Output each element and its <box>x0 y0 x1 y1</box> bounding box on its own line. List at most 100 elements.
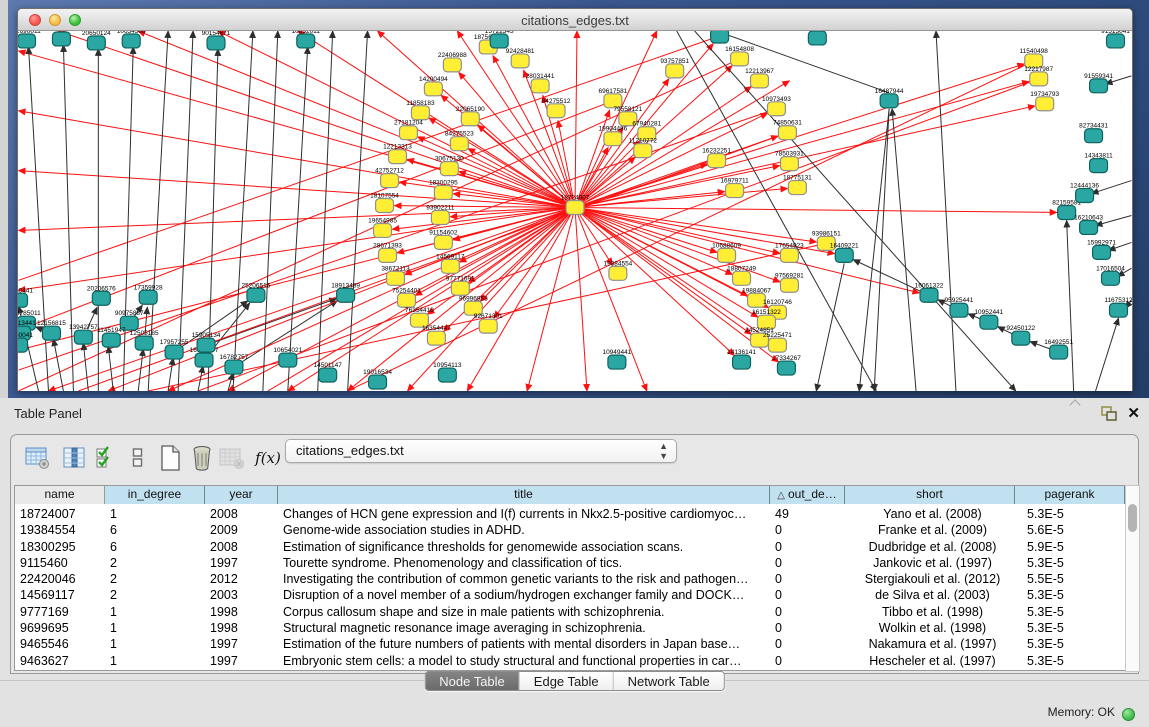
table-cell[interactable]: 1998 <box>205 604 278 620</box>
table-cell[interactable]: 5.3E-5 <box>1015 506 1125 522</box>
table-row[interactable]: 1872400712008Changes of HCN gene express… <box>15 506 1125 522</box>
table-cell[interactable]: 1 <box>105 604 205 620</box>
graph-node-yellow[interactable]: 19734793 <box>1030 91 1059 111</box>
citation-edge-red[interactable] <box>459 72 569 200</box>
citation-edge-red[interactable] <box>584 208 1057 213</box>
table-cell[interactable]: 18724007 <box>15 506 105 522</box>
graph-node-yellow[interactable]: 97569281 <box>775 272 804 292</box>
graph-node-yellow[interactable]: 12213967 <box>745 68 774 88</box>
table-cell[interactable]: 1997 <box>205 555 278 571</box>
function-builder-icon[interactable]: f(x) <box>253 443 283 473</box>
table-cell[interactable]: Dudbridge et al. (2008) <box>845 539 1015 555</box>
graph-node-teal[interactable]: 14136141 <box>727 349 756 369</box>
table-cell[interactable]: Estimation of the future numbers of pati… <box>278 636 770 652</box>
graph-node-yellow[interactable]: 16154808 <box>725 46 754 66</box>
table-cell[interactable]: Nakamura et al. (1997) <box>845 636 1015 652</box>
float-panel-icon[interactable] <box>1101 406 1117 421</box>
table-cell[interactable]: 1 <box>105 506 205 522</box>
table-cell[interactable]: 1998 <box>205 620 278 636</box>
table-row[interactable]: 1938455462009Genome-wide association stu… <box>15 522 1125 538</box>
table-cell[interactable]: de Silva et al. (2003) <box>845 587 1015 603</box>
close-panel-icon[interactable]: ✕ <box>1127 404 1140 422</box>
graph-node-teal[interactable]: 12156815 <box>37 320 66 340</box>
table-cell[interactable]: Disruption of a novel member of a sodium… <box>278 587 770 603</box>
citation-edge-red[interactable] <box>19 111 575 208</box>
table-cell[interactable]: 0 <box>770 522 845 538</box>
graph-node-yellow[interactable]: 75254401 <box>392 287 421 307</box>
table-cell[interactable]: Corpus callosum shape and size in male p… <box>278 604 770 620</box>
citation-edge-red[interactable] <box>575 208 587 391</box>
table-cell[interactable]: 5.3E-5 <box>1015 636 1125 652</box>
column-header-outde[interactable]: △out_de… <box>770 486 845 504</box>
table-cell[interactable]: 2 <box>105 555 205 571</box>
table-selector-dropdown[interactable]: citations_edges.txt ▲▼ <box>285 439 677 463</box>
graph-node-teal[interactable]: 10654308 <box>117 31 146 48</box>
graph-node-teal[interactable]: 16409221 <box>830 242 859 262</box>
citation-edge-red[interactable] <box>138 31 575 208</box>
table-row[interactable]: 911546021997Tourette syndrome. Phenomeno… <box>15 555 1125 571</box>
table-cell[interactable]: 1 <box>105 620 205 636</box>
table-row[interactable]: 2242004622012Investigating the contribut… <box>15 571 1125 587</box>
new-column-icon[interactable] <box>155 443 185 473</box>
table-cell[interactable]: 5.3E-5 <box>1015 604 1125 620</box>
graph-node-teal[interactable]: 83130741 <box>803 31 832 45</box>
graph-node-yellow[interactable]: 92671301 <box>474 313 503 333</box>
table-cell[interactable]: Stergiakouli et al. (2012) <box>845 571 1015 587</box>
graph-node-teal[interactable]: 10654021 <box>273 347 302 367</box>
table-cell[interactable]: Genome-wide association studies in ADHD. <box>278 522 770 538</box>
table-cell[interactable]: 2 <box>105 571 205 587</box>
network-window-titlebar[interactable]: citations_edges.txt <box>18 9 1132 31</box>
graph-node-yellow[interactable]: 14200494 <box>419 76 448 96</box>
citation-edge-red[interactable] <box>19 208 575 291</box>
citation-edge-black[interactable] <box>892 109 916 391</box>
table-cell[interactable]: 2009 <box>205 522 278 538</box>
graph-node-yellow[interactable]: 27181204 <box>394 120 423 140</box>
citation-edge-black[interactable] <box>214 299 336 342</box>
graph-node-teal[interactable]: 16782757 <box>220 354 249 374</box>
table-cell[interactable]: 9777169 <box>15 604 105 620</box>
memory-status-icon[interactable] <box>1122 708 1135 721</box>
table-cell[interactable]: Franke et al. (2009) <box>845 522 1015 538</box>
table-cell[interactable]: 5.3E-5 <box>1015 587 1125 603</box>
graph-node-yellow[interactable]: 22406988 <box>438 52 467 72</box>
column-header-short[interactable]: short <box>845 486 1015 504</box>
table-cell[interactable]: 5.6E-5 <box>1015 522 1125 538</box>
table-cell[interactable]: 14569117 <box>15 587 105 603</box>
tab-edge-table[interactable]: Edge Table <box>520 672 614 690</box>
table-cell[interactable]: 0 <box>770 555 845 571</box>
table-cell[interactable]: 2 <box>105 587 205 603</box>
table-cell[interactable]: Investigating the contribution of common… <box>278 571 770 587</box>
citation-edge-red[interactable] <box>582 213 751 335</box>
citation-edge-black[interactable] <box>853 260 921 292</box>
graph-node-teal[interactable]: 11451947 <box>97 327 126 347</box>
table-cell[interactable]: Tourette syndrome. Phenomenology and cla… <box>278 555 770 571</box>
citation-edge-red[interactable] <box>19 208 575 231</box>
citation-edge-black[interactable] <box>859 109 889 391</box>
table-cell[interactable]: 5.9E-5 <box>1015 539 1125 555</box>
table-cell[interactable]: Changes of HCN gene expression and I(f) … <box>278 506 770 522</box>
citation-edge-red[interactable] <box>582 214 735 356</box>
column-header-year[interactable]: year <box>205 486 278 504</box>
table-cell[interactable]: 9463627 <box>15 653 105 669</box>
table-cell[interactable]: Jankovic et al. (1997) <box>845 555 1015 571</box>
table-cell[interactable]: 0 <box>770 653 845 669</box>
table-cell[interactable]: 18300295 <box>15 539 105 555</box>
graph-node-teal[interactable]: 10954113 <box>433 362 462 382</box>
table-cell[interactable]: 2008 <box>205 539 278 555</box>
column-header-title[interactable]: title <box>278 486 770 504</box>
citation-edge-red[interactable] <box>268 81 790 391</box>
table-cell[interactable]: 9115460 <box>15 555 105 571</box>
citation-edge-red[interactable] <box>575 31 657 208</box>
citation-edge-black[interactable] <box>1096 318 1119 391</box>
table-row[interactable]: 946554611997Estimation of the future num… <box>15 636 1125 652</box>
delete-column-icon[interactable] <box>187 443 217 473</box>
table-cell[interactable]: 2012 <box>205 571 278 587</box>
table-cell[interactable]: 0 <box>770 620 845 636</box>
table-cell[interactable]: 0 <box>770 539 845 555</box>
graph-node-teal[interactable]: 17334267 <box>772 355 801 375</box>
vertical-scrollbar[interactable] <box>1125 485 1140 672</box>
tab-network-table[interactable]: Network Table <box>614 672 724 690</box>
table-cell[interactable]: 1997 <box>205 636 278 652</box>
graph-node-teal[interactable]: 13942757 <box>69 324 98 344</box>
table-row[interactable]: 1830029562008Estimation of significance … <box>15 539 1125 555</box>
